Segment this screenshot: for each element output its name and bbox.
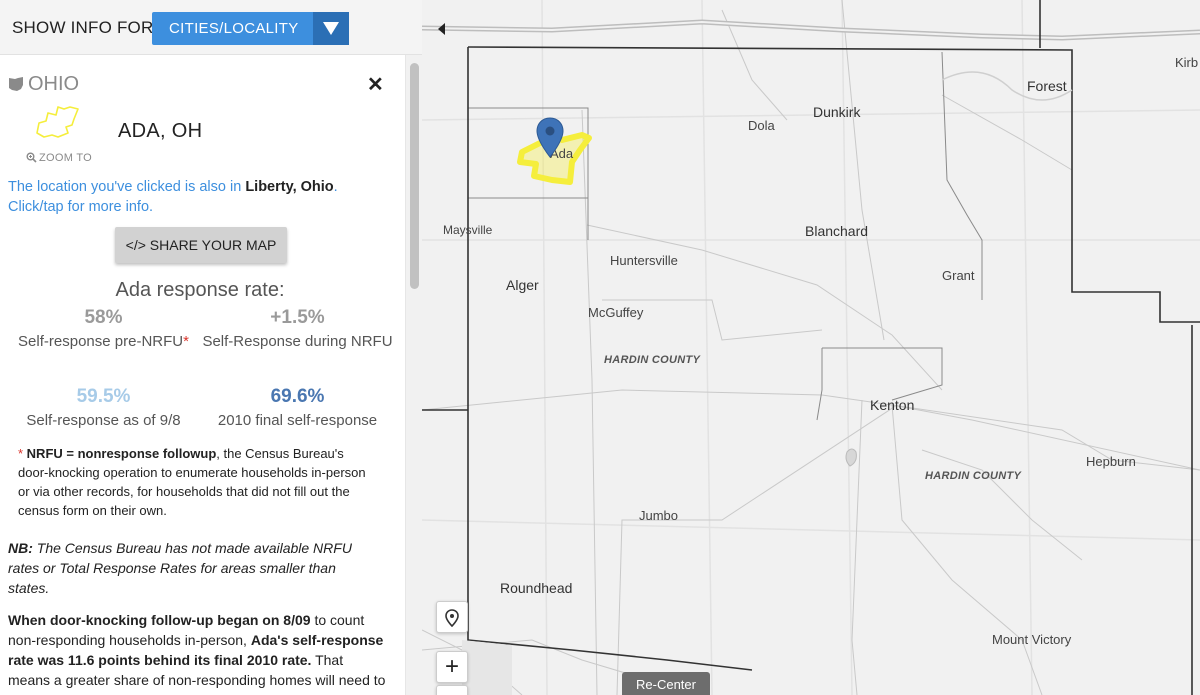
click-more-info: Click/tap for more info. — [8, 199, 154, 215]
map-label-roundhead: Roundhead — [500, 580, 573, 596]
map-label-mount-victory: Mount Victory — [992, 632, 1072, 647]
map-marker-icon — [445, 609, 459, 628]
map-label-mcguffey: McGuffey — [588, 305, 644, 320]
stat-value: 69.6% — [270, 386, 325, 407]
stat-value: 59.5% — [76, 386, 131, 407]
map-label-hardin-county-2: HARDIN COUNTY — [925, 470, 1022, 482]
panel-scrollbar[interactable] — [405, 55, 422, 695]
stat-label: Self-Response during NRFU — [202, 333, 393, 350]
map-label-hardin-county-1: HARDIN COUNTY — [604, 354, 701, 366]
stat-value: +1.5% — [270, 307, 325, 328]
map-label-forest: Forest — [1027, 78, 1067, 94]
recenter-button[interactable]: Re-Center — [622, 672, 710, 695]
also-in-link[interactable]: The location you've clicked is also in L… — [8, 177, 388, 217]
stat-label: 2010 final self-response — [217, 412, 378, 429]
nb-text: The Census Bureau has not made available… — [8, 540, 352, 596]
stat-as-of: 59.5% Self-response as of 9/8 — [6, 386, 201, 429]
show-info-label: SHOW INFO FOR: — [12, 18, 159, 37]
map-label-kenton: Kenton — [870, 397, 915, 413]
stat-label: Self-response as of 9/8 — [26, 412, 181, 429]
close-icon[interactable]: ✕ — [367, 75, 384, 95]
state-name: OHIO — [28, 73, 80, 95]
share-map-button[interactable]: </> SHARE YOUR MAP — [115, 227, 287, 263]
map-label-dunkirk: Dunkirk — [813, 104, 861, 120]
nb-note: NB: The Census Bureau has not made avail… — [8, 538, 380, 598]
nrfu-asterisk: * — [18, 446, 27, 461]
response-rate-title: Ada response rate: — [115, 279, 285, 301]
layer-select-value: CITIES/LOCALITY — [169, 20, 299, 37]
map-label-kirb: Kirb — [1175, 55, 1199, 70]
zoom-magnifier-icon — [26, 152, 37, 163]
stat-during-nrfu: +1.5% Self-Response during NRFU — [200, 307, 395, 350]
map-label-alger: Alger — [506, 277, 539, 293]
nb-lead: NB: — [8, 540, 33, 556]
map-label-jumbo: Jumbo — [639, 508, 679, 523]
stat-2010-final: 69.6% 2010 final self-response — [200, 386, 395, 429]
place-title: ADA, OH — [118, 120, 203, 142]
nrfu-term: NRFU = nonresponse followup — [26, 446, 217, 461]
door-knocking-note: When door-knocking follow-up began on 8/… — [8, 610, 388, 695]
map-label-hepburn: Hepburn — [1086, 454, 1136, 469]
zoom-in-button[interactable]: + — [436, 651, 468, 683]
door-bold-1: When door-knocking follow-up began on 8/… — [8, 612, 311, 628]
place-outline-icon[interactable] — [34, 101, 84, 148]
location-pin-icon[interactable] — [536, 117, 564, 164]
map-label-blanchard: Blanchard — [805, 223, 869, 239]
stat-label: Self-response pre-NRFU — [18, 333, 184, 350]
stat-value: 58% — [84, 307, 123, 328]
also-in-place: Liberty, Ohio — [245, 179, 334, 195]
map-label-grant: Grant — [942, 268, 975, 283]
also-in-prefix: The location you've clicked is also in — [8, 179, 246, 195]
asterisk-mark: * — [183, 333, 189, 350]
state-heading: OHIO — [8, 73, 79, 96]
app-root: Kirb Forest Dunkirk Dola Ada Maysville B… — [0, 0, 1200, 695]
locate-button[interactable] — [436, 601, 468, 633]
chevron-down-icon — [313, 12, 349, 45]
top-bar: SHOW INFO FOR: CITIES/LOCALITY — [0, 0, 422, 55]
nrfu-footnote: * NRFU = nonresponse followup, the Censu… — [18, 444, 370, 520]
map-label-maysville: Maysville — [443, 223, 493, 237]
collapse-panel-icon[interactable] — [433, 20, 449, 38]
zoom-out-button[interactable] — [436, 685, 468, 695]
ohio-state-icon — [9, 77, 23, 91]
zoom-to-link[interactable]: ZOOM TO — [26, 152, 92, 164]
stat-pre-nrfu: 58% Self-response pre-NRFU* — [6, 307, 201, 350]
layer-select[interactable]: CITIES/LOCALITY — [152, 12, 349, 45]
zoom-to-label: ZOOM TO — [39, 152, 93, 164]
map-label-huntersville: Huntersville — [610, 253, 678, 268]
scrollbar-thumb[interactable] — [410, 63, 419, 289]
also-in-suffix: . — [333, 179, 338, 195]
info-panel: OHIO ✕ ZOOM TO ADA, OH The location you'… — [0, 55, 405, 695]
map-label-dola: Dola — [748, 118, 775, 133]
